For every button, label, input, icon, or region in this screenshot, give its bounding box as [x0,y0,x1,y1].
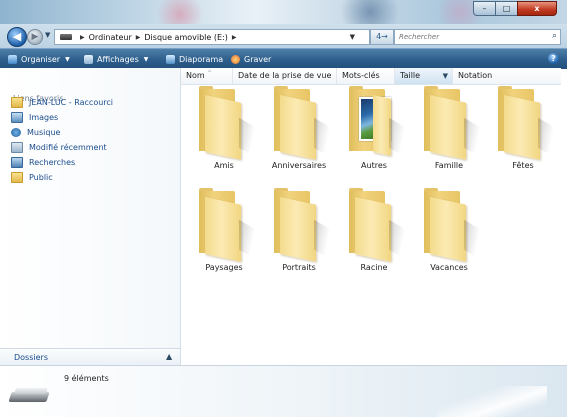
favorite-label: Recherches [29,157,76,167]
folder-icon [498,86,556,160]
favorite-music[interactable]: Musique [11,125,60,139]
favorite-label: Musique [27,127,61,137]
folder-icon [199,188,257,262]
breadcrumb-removable-disk[interactable]: Disque amovible (E:) [144,33,227,42]
column-tags[interactable]: Mots-clés [337,68,395,84]
navigation-pane: Liens favoris JEAN-LUC - Raccourci Image… [0,68,181,366]
views-icon [84,54,93,64]
views-label: Affichages [97,54,139,64]
folder-icon [199,86,257,160]
window-controls: – □ x [473,1,557,16]
recent-pages-dropdown[interactable]: ▼ [45,31,50,39]
file-list: Amis Anniversaires Autres Famille Fêtes … [181,85,561,365]
folder-icon [424,188,482,262]
folder-tile[interactable]: Paysages [189,188,259,281]
search-input[interactable] [399,31,539,43]
search-folder-icon [11,156,23,168]
folders-toggle[interactable]: Dossiers ▲ [0,348,180,366]
glass-decoration [150,0,210,24]
favorite-label: Public [29,172,53,182]
column-label: Taille [400,71,421,80]
folder-tile[interactable]: Amis [189,86,259,179]
explorer-window: – □ x ◀ ▶ ▼ ▶ Ordinateur ▶ Disque amovib… [0,0,567,417]
burn-disc-icon [231,54,240,64]
folder-tile[interactable]: Anniversaires [264,86,334,179]
favorite-label: Images [29,112,59,122]
chevron-right-icon[interactable]: ▶ [80,34,85,41]
folder-icon [274,188,332,262]
address-bar[interactable]: ▶ Ordinateur ▶ Disque amovible (E:) ▶ ▼ [54,29,370,45]
chevron-down-icon[interactable]: ▼ [443,68,448,84]
column-rating[interactable]: Notation [453,68,561,84]
burn-label: Graver [244,54,272,64]
organize-button[interactable]: Organiser ▼ [8,49,70,69]
folders-label: Dossiers [14,353,48,362]
favorite-jean-luc-shortcut[interactable]: JEAN-LUC - Raccourci [11,95,113,109]
favorite-images[interactable]: Images [11,110,58,124]
help-icon[interactable]: ? [548,53,559,64]
folder-icon [274,86,332,160]
minimize-button[interactable]: – [473,1,495,16]
folder-tile[interactable]: Portraits [264,188,334,281]
images-icon [11,111,23,123]
maximize-button[interactable]: □ [495,1,517,16]
column-name[interactable]: Nom ^ [181,68,233,84]
forward-button[interactable]: ▶ [27,29,43,45]
column-size[interactable]: Taille ▼ [395,68,453,84]
search-icon[interactable]: ⌕ [552,31,557,41]
folder-tile[interactable]: Vacances [414,188,484,281]
folder-icon [424,86,482,160]
title-bar[interactable]: – □ x [0,0,567,24]
folder-tile[interactable]: Fêtes [488,86,558,179]
close-button[interactable]: x [517,1,557,16]
favorite-recently-changed[interactable]: Modifié récemment [11,140,107,154]
folder-with-photo-icon [349,86,407,159]
chevron-up-icon: ▲ [166,352,173,361]
folder-tile[interactable]: Racine [339,188,409,281]
public-folder-icon [11,171,23,183]
recent-icon [11,141,23,153]
favorite-public[interactable]: Public [11,170,53,184]
drive-icon [60,34,72,40]
folder-label: Fêtes [512,161,534,170]
column-label: Nom [186,71,205,80]
favorite-label: Modifié récemment [29,142,107,152]
breadcrumb-computer[interactable]: Ordinateur [89,33,132,42]
slideshow-icon [166,54,175,64]
glass-decoration [437,386,547,417]
music-icon [11,127,21,137]
column-headers: Nom ^ Date de la prise de vue Mots-clés … [181,68,561,85]
burn-button[interactable]: Graver [231,49,271,69]
favorite-label: JEAN-LUC - Raccourci [29,97,114,107]
chevron-down-icon: ▼ [143,55,149,63]
folder-label: Vacances [430,263,468,272]
item-count: 9 éléments [64,374,109,383]
chevron-right-icon[interactable]: ▶ [232,34,237,41]
back-button[interactable]: ◀ [7,27,27,47]
address-dropdown-icon[interactable]: ▼ [350,30,355,44]
details-pane: 9 éléments [0,365,567,417]
chevron-right-icon[interactable]: ▶ [136,34,141,41]
folder-icon [11,96,23,108]
command-bar: Organiser ▼ Affichages ▼ Diaporama Grave… [0,48,567,69]
favorite-searches[interactable]: Recherches [11,155,75,169]
removable-drive-icon [8,388,50,404]
address-row: ◀ ▶ ▼ ▶ Ordinateur ▶ Disque amovible (E:… [0,24,567,48]
folder-icon [349,188,407,262]
refresh-button[interactable]: 4→ [370,29,394,45]
sort-arrow-icon: ^ [207,70,213,77]
folder-tile[interactable]: Famille [414,86,484,179]
glass-decoration [330,0,410,24]
organize-icon [8,54,17,64]
organize-label: Organiser [21,54,61,64]
chevron-down-icon: ▼ [65,55,70,63]
views-button[interactable]: Affichages ▼ [84,49,148,69]
slideshow-label: Diaporama [179,54,224,64]
search-box[interactable]: ⌕ [394,29,561,45]
folder-tile[interactable]: Autres [339,86,409,179]
slideshow-button[interactable]: Diaporama [166,49,223,69]
column-date-taken[interactable]: Date de la prise de vue [233,68,337,84]
